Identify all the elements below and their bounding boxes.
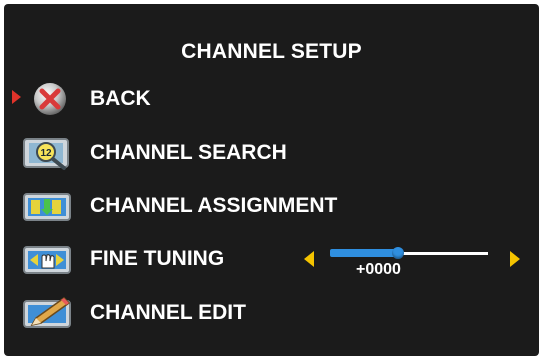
slider-knob[interactable] xyxy=(392,247,404,259)
menu-item-channel-edit[interactable]: CHANNEL EDIT xyxy=(4,292,539,332)
menu-item-label: FINE TUNING xyxy=(90,247,225,270)
menu-item-label: CHANNEL ASSIGNMENT xyxy=(90,194,338,217)
menu-item-channel-assignment[interactable]: CHANNEL ASSIGNMENT xyxy=(4,185,539,225)
increase-arrow-icon[interactable] xyxy=(510,251,520,267)
slider-fill xyxy=(330,249,398,257)
svg-text:12: 12 xyxy=(40,148,52,159)
menu-item-back[interactable]: BACK xyxy=(4,78,539,118)
menu-item-label: BACK xyxy=(90,87,151,110)
osd-menu-panel: CHANNEL SETUP BACK 12 CHANNEL SEARCH CHA… xyxy=(4,4,539,356)
channel-assignment-icon xyxy=(20,187,76,225)
channel-edit-icon xyxy=(20,294,76,332)
fine-tuning-value: +0000 xyxy=(356,261,401,278)
menu-title: CHANNEL SETUP xyxy=(181,40,362,63)
menu-item-label: CHANNEL EDIT xyxy=(90,301,246,324)
menu-item-channel-search[interactable]: 12 CHANNEL SEARCH xyxy=(4,132,539,172)
channel-search-icon: 12 xyxy=(20,134,76,172)
slider-track[interactable] xyxy=(330,247,488,260)
back-x-icon xyxy=(20,80,76,118)
decrease-arrow-icon[interactable] xyxy=(304,251,314,267)
fine-tuning-slider[interactable]: +0000 xyxy=(304,240,534,290)
fine-tuning-icon xyxy=(20,240,76,278)
menu-item-label: CHANNEL SEARCH xyxy=(90,141,287,164)
